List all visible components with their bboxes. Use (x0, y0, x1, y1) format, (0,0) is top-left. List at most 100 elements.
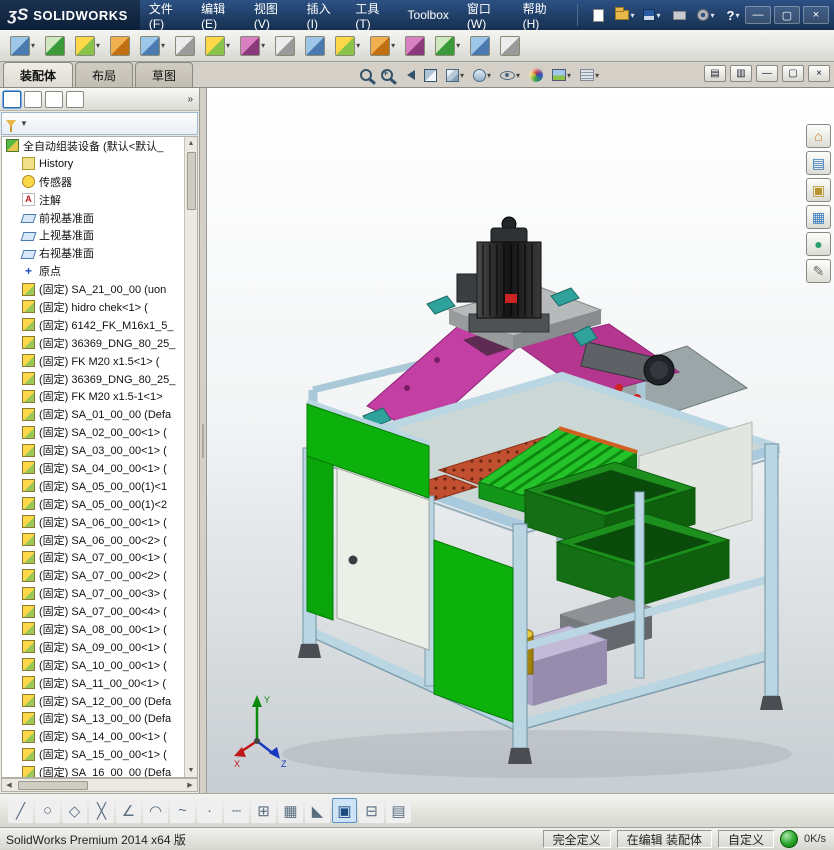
tree-item[interactable]: (固定) 36369_DNG_80_25_ (2, 334, 184, 352)
design-table-button[interactable]: ▤ (386, 798, 411, 823)
tree-item[interactable]: (固定) SA_07_00_00<1> ( (2, 548, 184, 566)
tree-item[interactable]: (固定) SA_07_00_00<3> ( (2, 584, 184, 602)
tree-item[interactable]: 原点 (2, 262, 184, 280)
tree-item[interactable]: (固定) FK M20 x1.5<1> ( (2, 352, 184, 370)
tree-item[interactable]: (固定) hidro chek<1> ( (2, 298, 184, 316)
scroll-thumb[interactable] (186, 152, 196, 210)
tree-item[interactable]: (固定) SA_15_00_00<1> ( (2, 745, 184, 763)
print-button[interactable]: ▾ (667, 4, 691, 26)
tree-item[interactable]: (固定) SA_13_00_00 (Defa (2, 710, 184, 728)
tree-item[interactable]: (固定) 36369_DNG_80_25_ (2, 370, 184, 388)
view-orientation-icon[interactable]: ▾ (442, 64, 468, 86)
new-document-button[interactable]: ▾ (586, 4, 610, 26)
section-grid-button[interactable]: ⊟ (359, 798, 384, 823)
design-library-tab[interactable]: ▤ (806, 151, 831, 175)
tree-item[interactable]: (固定) SA_06_00_00<2> ( (2, 531, 184, 549)
restore-app-button[interactable]: ▢ (774, 6, 800, 24)
tree-item[interactable]: (固定) SA_04_00_00<1> ( (2, 459, 184, 477)
options-button[interactable]: ▾ (694, 4, 718, 26)
tree-filter-bar[interactable]: ▼ (1, 112, 198, 135)
tree-vertical-scrollbar[interactable]: ▲ ▼ (184, 137, 197, 777)
sketch-chamfer-button[interactable]: ∠ (116, 798, 141, 823)
cascade-windows-button[interactable]: ▥ (730, 65, 752, 82)
menu-file[interactable]: 文件(F) (140, 0, 192, 31)
zoom-to-area-icon[interactable]: ▾ (377, 64, 397, 86)
snap-button[interactable]: ◣ (305, 798, 330, 823)
tree-item[interactable]: (固定) SA_21_00_00 (uon (2, 280, 184, 298)
sketch-arc-button[interactable]: ◠ (143, 798, 168, 823)
tree-item[interactable]: (固定) SA_02_00_00<1> ( (2, 423, 184, 441)
tree-item[interactable]: (固定) SA_10_00_00<1> ( (2, 656, 184, 674)
model-mid-post-right[interactable] (634, 491, 645, 679)
restore-document-button[interactable]: ▢ (782, 65, 804, 82)
sketch-trim-button[interactable]: ╳ (89, 798, 114, 823)
section-view-icon[interactable]: ▾ (420, 64, 441, 86)
large-assembly-mode-button[interactable]: ▾ (496, 32, 524, 60)
menu-help[interactable]: 帮助(H) (514, 0, 567, 31)
tile-windows-button[interactable]: ▤ (704, 65, 726, 82)
tree-item[interactable]: (固定) SA_11_00_00<1> ( (2, 674, 184, 692)
tree-horizontal-scrollbar[interactable]: ◀ ▶ (1, 778, 198, 792)
zoom-to-fit-icon[interactable]: ▾ (356, 64, 376, 86)
view-settings-icon[interactable]: ▾ (576, 64, 603, 86)
sketch-circle-button[interactable]: ○ (35, 798, 60, 823)
minimize-document-button[interactable]: — (756, 65, 778, 82)
menu-toolbox[interactable]: Toolbox (399, 0, 458, 30)
show-hidden-components-button[interactable]: ▾ (171, 32, 199, 60)
menu-edit[interactable]: 编辑(E) (192, 0, 245, 31)
displaymanager-tab[interactable] (66, 90, 84, 108)
panel-splitter[interactable] (200, 88, 207, 793)
filter-dropdown-icon[interactable]: ▼ (20, 119, 28, 128)
new-motion-study-button[interactable]: ▾ (301, 32, 329, 60)
open-document-button[interactable]: ▾ (613, 4, 637, 26)
belt-chain-button[interactable]: ▾ (271, 32, 299, 60)
minimize-app-button[interactable]: — (745, 6, 771, 24)
menu-window[interactable]: 窗口(W) (458, 0, 514, 31)
grid-display-button[interactable]: ⊞ (251, 798, 276, 823)
tab-sketch[interactable]: 草图 (135, 62, 194, 87)
tree-item[interactable]: (固定) SA_07_00_00<4> ( (2, 602, 184, 620)
scroll-right-icon[interactable]: ▶ (183, 781, 197, 789)
propertymanager-tab[interactable] (24, 90, 42, 108)
sketch-spline-button[interactable]: ~ (170, 798, 195, 823)
tree-item[interactable]: 注解 (2, 191, 184, 209)
apply-scene-icon[interactable]: ▾ (548, 64, 575, 86)
explode-line-sketch-button[interactable]: ▾ (401, 32, 429, 60)
custom-properties-tab[interactable]: ✎ (806, 259, 831, 283)
smart-fasteners-button[interactable]: ▾ (106, 32, 134, 60)
appearances-scenes-tab[interactable]: ● (806, 232, 831, 256)
tree-item[interactable]: History (2, 155, 184, 173)
configurationmanager-tab[interactable] (45, 90, 63, 108)
tree-item[interactable]: 右视基准面 (2, 244, 184, 262)
tree-item[interactable]: (固定) SA_06_00_00<1> ( (2, 513, 184, 531)
interference-detection-button[interactable]: ▾ (431, 32, 464, 60)
help-button[interactable]: ? ▾ (721, 4, 745, 26)
instant3d-button[interactable]: ▾ (466, 32, 494, 60)
sketch-mode-button[interactable]: ▣ (332, 798, 357, 823)
linear-component-pattern-button[interactable]: ▾ (71, 32, 104, 60)
tree-item[interactable]: (固定) SA_08_00_00<1> ( (2, 620, 184, 638)
tree-item[interactable]: 上视基准面 (2, 226, 184, 244)
tab-assembly[interactable]: 装配体 (3, 62, 74, 87)
tree-item[interactable]: 传感器 (2, 173, 184, 191)
tree-item[interactable]: (固定) SA_01_00_00 (Defa (2, 405, 184, 423)
graphics-area[interactable]: Y X Z ⌂ ▤ ▣ ▦ ● ✎ (207, 88, 834, 793)
tree-item[interactable]: (固定) SA_05_00_00(1)<1 (2, 477, 184, 495)
mate-button[interactable]: ▾ (41, 32, 69, 60)
tree-item[interactable]: 前视基准面 (2, 209, 184, 227)
move-component-button[interactable]: ▾ (136, 32, 169, 60)
tree-item[interactable]: (固定) SA_12_00_00 (Defa (2, 692, 184, 710)
tree-item[interactable]: (固定) SA_09_00_00<1> ( (2, 638, 184, 656)
tree-item[interactable]: (固定) 6142_FK_M16x1_5_ (2, 316, 184, 334)
resource-monitor-icon[interactable] (779, 830, 798, 848)
bill-of-materials-button[interactable]: ▾ (331, 32, 364, 60)
tree-item[interactable]: (固定) SA_14_00_00<1> ( (2, 727, 184, 745)
tree-item[interactable]: (固定) SA_07_00_00<2> ( (2, 566, 184, 584)
home-tab[interactable]: ⌂ (806, 124, 831, 148)
scroll-thumb[interactable] (18, 780, 88, 790)
tree-item[interactable]: (固定) FK M20 x1.5-1<1> (2, 387, 184, 405)
custom-status[interactable]: 自定义 (717, 830, 774, 848)
menu-tools[interactable]: 工具(T) (346, 0, 398, 31)
insert-components-button[interactable]: ▾ (6, 32, 39, 60)
sketch-line-button[interactable]: ╱ (8, 798, 33, 823)
